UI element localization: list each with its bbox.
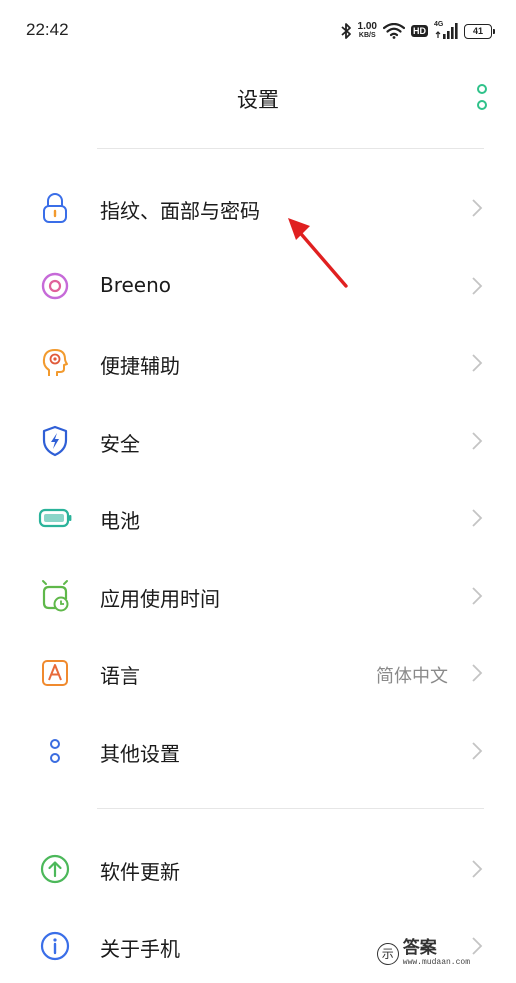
- watermark-text: 答案: [402, 938, 437, 958]
- more-options-button[interactable]: [476, 84, 488, 110]
- menu-item-other-settings[interactable]: 其他设置: [0, 718, 516, 784]
- menu-item-breeno[interactable]: Breeno: [0, 253, 516, 319]
- net-speed-unit: KB/S: [358, 32, 376, 39]
- chevron-right-icon: [472, 937, 483, 955]
- hd-badge: HD: [411, 25, 428, 37]
- status-bar: 22:42 1.00 KB/S HD 4G 41: [0, 0, 516, 62]
- menu-item-biometrics[interactable]: 指纹、面部与密码: [0, 175, 516, 241]
- wifi-icon: [383, 23, 405, 39]
- chevron-right-icon: [472, 860, 483, 878]
- menu-item-software-update[interactable]: 软件更新: [0, 836, 516, 902]
- chevron-right-icon: [472, 587, 483, 605]
- menu-item-label: Breeno: [100, 273, 172, 297]
- header: 设置: [0, 62, 516, 132]
- watermark-logo: 示: [376, 943, 399, 965]
- menu-item-language[interactable]: 语言 简体中文: [0, 640, 516, 706]
- net-speed-value: 1.00: [357, 21, 377, 32]
- page-title: 设置: [237, 88, 279, 112]
- status-icons: 1.00 KB/S HD 4G 41: [340, 20, 495, 42]
- chevron-right-icon: [472, 509, 483, 527]
- divider: [97, 808, 484, 809]
- menu-item-security[interactable]: 安全: [0, 408, 516, 474]
- battery-indicator: 41: [464, 23, 495, 39]
- chevron-right-icon: [472, 432, 483, 450]
- annotation-arrow-icon: [288, 218, 348, 288]
- status-time: 22:42: [26, 20, 69, 39]
- net-speed: 1.00 KB/S: [358, 22, 377, 40]
- watermark-text-group: 答案 www.mudaan.com: [403, 939, 470, 969]
- signal-icon: 4G: [434, 21, 458, 41]
- menu-item-label: 其他设置: [100, 742, 180, 766]
- menu-item-label: 软件更新: [100, 860, 180, 884]
- bluetooth-icon: [340, 23, 351, 39]
- chevron-right-icon: [472, 199, 483, 217]
- accessibility-head-icon: [36, 344, 74, 382]
- battery-icon: [36, 499, 74, 537]
- chevron-right-icon: [472, 664, 483, 682]
- menu-item-battery[interactable]: 电池: [0, 485, 516, 551]
- menu-item-label: 便捷辅助: [100, 354, 180, 378]
- menu-item-label: 指纹、面部与密码: [100, 199, 260, 223]
- menu-item-accessibility[interactable]: 便捷辅助: [0, 330, 516, 396]
- chevron-right-icon: [472, 354, 483, 372]
- menu-item-app-usage-time[interactable]: 应用使用时间: [0, 563, 516, 629]
- watermark-url: www.mudaan.com: [402, 958, 470, 967]
- chevron-right-icon: [472, 742, 483, 760]
- more-settings-icon: [36, 732, 74, 770]
- language-a-icon: [36, 654, 74, 692]
- shield-lightning-icon: [36, 422, 74, 460]
- more-dot-icon: [477, 100, 487, 110]
- update-arrow-icon: [36, 850, 74, 888]
- menu-item-label: 安全: [100, 432, 140, 456]
- breeno-icon: [36, 267, 74, 305]
- divider: [97, 148, 484, 149]
- menu-item-label: 语言: [100, 664, 140, 688]
- lock-icon: [36, 189, 74, 227]
- menu-item-label: 关于手机: [100, 937, 180, 961]
- info-icon: [36, 927, 74, 965]
- chevron-right-icon: [472, 277, 483, 295]
- more-dot-icon: [477, 84, 487, 94]
- menu-item-label: 应用使用时间: [100, 587, 220, 611]
- alarm-clock-icon: [36, 577, 74, 615]
- language-value: 简体中文: [376, 666, 448, 687]
- menu-item-label: 电池: [100, 509, 140, 533]
- watermark: 示 答案 www.mudaan.com: [376, 939, 470, 969]
